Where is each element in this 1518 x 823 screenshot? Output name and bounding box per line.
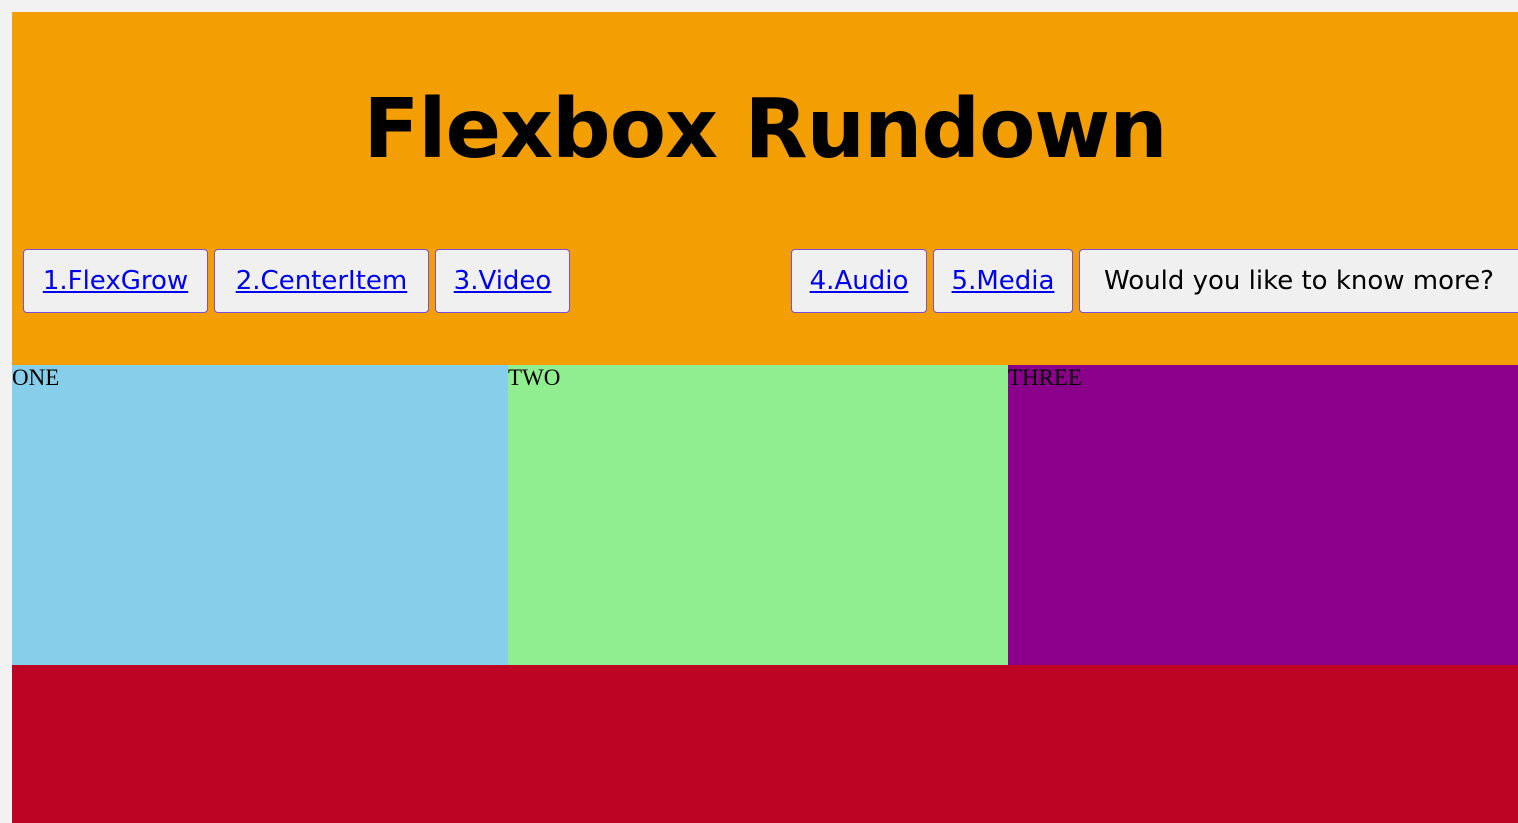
page-title: Flexbox Rundown <box>363 82 1167 177</box>
nav-link-audio[interactable]: 4.Audio <box>810 266 909 296</box>
box-one-label: ONE <box>12 365 60 390</box>
box-two-label: TWO <box>508 365 561 390</box>
know-more-button[interactable]: Would you like to know more? <box>1079 249 1518 313</box>
page: Flexbox Rundown 1.FlexGrow 2.CenterItem … <box>12 12 1518 823</box>
nav-button-video[interactable]: 3.Video <box>435 249 570 313</box>
nav-link-flexgrow[interactable]: 1.FlexGrow <box>43 266 188 296</box>
nav-link-media[interactable]: 5.Media <box>952 266 1055 296</box>
nav-button-centeritem[interactable]: 2.CenterItem <box>214 249 429 313</box>
box-three: THREE <box>1008 365 1518 665</box>
site-header: Flexbox Rundown 1.FlexGrow 2.CenterItem … <box>12 12 1518 365</box>
nav-button-media[interactable]: 5.Media <box>933 249 1073 313</box>
nav-button-audio[interactable]: 4.Audio <box>791 249 927 313</box>
box-three-label: THREE <box>1008 365 1083 390</box>
main-nav: 1.FlexGrow 2.CenterItem 3.Video 4.Audio … <box>23 249 1518 315</box>
footer-block <box>12 665 1518 823</box>
nav-link-video[interactable]: 3.Video <box>454 266 552 296</box>
nav-link-centeritem[interactable]: 2.CenterItem <box>236 266 408 296</box>
nav-button-flexgrow[interactable]: 1.FlexGrow <box>23 249 208 313</box>
box-one: ONE <box>12 365 508 665</box>
box-two: TWO <box>508 365 1008 665</box>
box-row: ONE TWO THREE <box>12 365 1518 665</box>
